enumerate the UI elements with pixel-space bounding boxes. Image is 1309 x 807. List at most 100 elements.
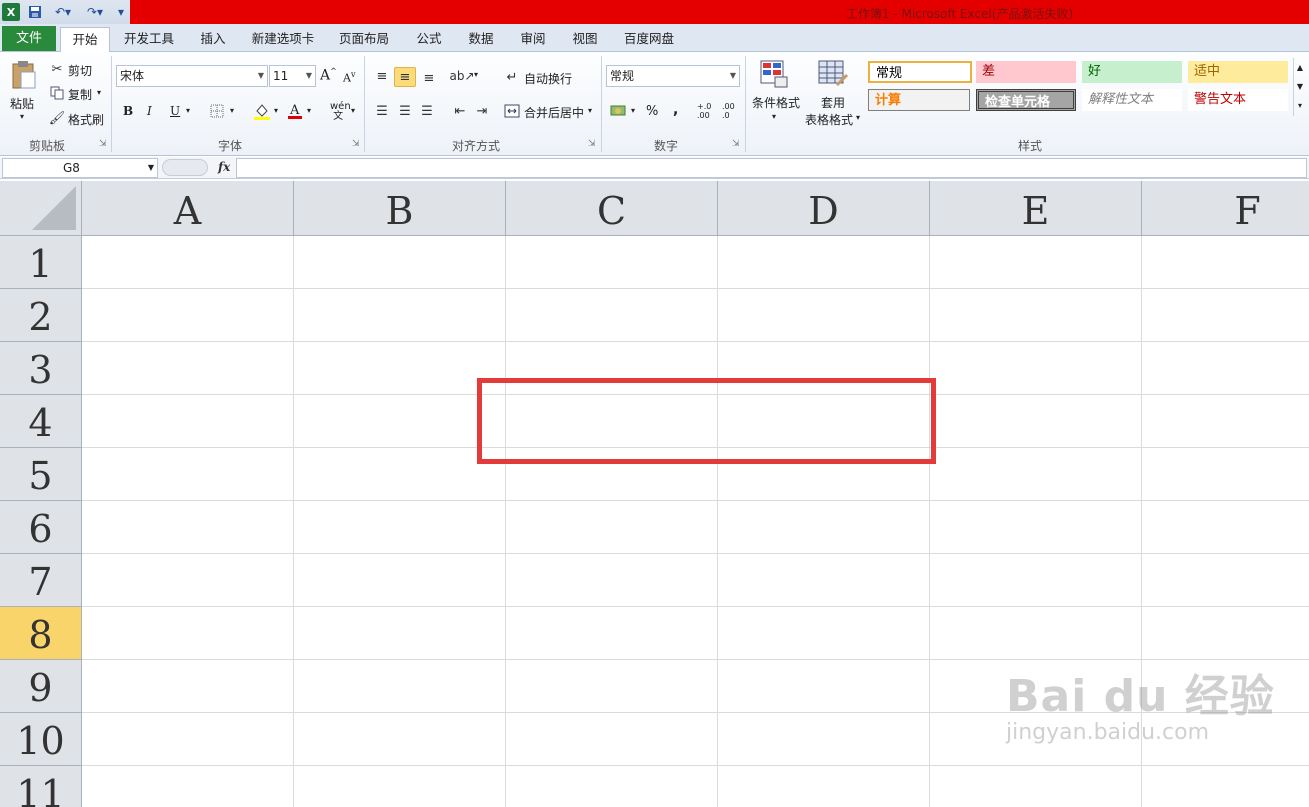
column-header-d[interactable]: D — [718, 181, 930, 236]
align-bottom-icon[interactable]: ≡ — [420, 70, 438, 86]
merge-center-button[interactable]: 合并后居中 — [524, 104, 584, 121]
align-top-icon[interactable]: ≡ — [373, 68, 391, 84]
row-header-2[interactable]: 2 — [0, 289, 82, 342]
align-right-icon[interactable]: ☰ — [418, 103, 436, 119]
cell-style-explanatory-text[interactable]: 解释性文本 — [1082, 89, 1182, 111]
style-gallery-scroll[interactable]: ▲ ▼ ▾ — [1293, 58, 1306, 116]
font-launcher-icon[interactable]: ⇲ — [352, 139, 360, 149]
underline-dropdown-arrow[interactable]: ▾ — [186, 106, 190, 115]
border-icon[interactable] — [209, 103, 225, 119]
conditional-format-button[interactable]: 条件格式 — [752, 94, 800, 111]
tab-data[interactable]: 数据 — [460, 27, 502, 52]
align-left-icon[interactable]: ☰ — [373, 103, 391, 119]
text-orientation-icon[interactable]: ab↗ — [449, 68, 474, 84]
cell-style-warning-text[interactable]: 警告文本 — [1188, 89, 1288, 111]
cut-button[interactable]: 剪切 — [68, 62, 92, 79]
tab-developer[interactable]: 开发工具 — [118, 27, 180, 52]
align-center-icon[interactable]: ☰ — [396, 103, 414, 119]
row-header-3[interactable]: 3 — [0, 342, 82, 395]
tab-file[interactable]: 文件 — [2, 26, 56, 51]
conditional-format-dropdown-arrow[interactable]: ▾ — [772, 112, 776, 121]
comma-style-button[interactable]: , — [673, 102, 678, 118]
copy-dropdown-arrow[interactable]: ▾ — [97, 88, 101, 97]
bold-button[interactable]: B — [123, 104, 133, 118]
row-header-4[interactable]: 4 — [0, 395, 82, 448]
copy-button[interactable]: 复制 — [68, 86, 92, 103]
cell-style-good[interactable]: 好 — [1082, 61, 1182, 83]
paste-button[interactable]: 粘贴 — [10, 95, 34, 112]
formula-bar: G8 ▼ fx — [0, 157, 1309, 179]
percent-style-button[interactable]: % — [646, 104, 658, 119]
undo-button[interactable]: ↶▾ — [50, 3, 76, 21]
fill-color-dropdown-arrow[interactable]: ▾ — [274, 106, 278, 115]
font-color-dropdown-arrow[interactable]: ▾ — [307, 106, 311, 115]
excel-app-icon[interactable]: X — [2, 3, 20, 21]
cell-style-bad[interactable]: 差 — [976, 61, 1076, 83]
formula-input[interactable] — [236, 158, 1307, 178]
tab-insert[interactable]: 插入 — [192, 27, 234, 52]
font-name-select[interactable]: 宋体 ▼ — [116, 65, 268, 87]
row-header-10[interactable]: 10 — [0, 713, 82, 766]
fill-color-icon[interactable] — [252, 101, 272, 121]
cell-style-neutral[interactable]: 适中 — [1188, 61, 1288, 83]
wrap-text-button[interactable]: 自动换行 — [524, 70, 572, 87]
table-format-label-1[interactable]: 套用 — [821, 94, 845, 111]
phonetic-dropdown-arrow[interactable]: ▾ — [351, 106, 355, 115]
paste-icon[interactable] — [10, 60, 38, 90]
merge-dropdown-arrow[interactable]: ▾ — [588, 106, 592, 115]
tab-formulas[interactable]: 公式 — [408, 27, 450, 52]
select-all-corner[interactable] — [0, 181, 82, 236]
number-launcher-icon[interactable]: ⇲ — [732, 139, 740, 149]
italic-button[interactable]: I — [147, 104, 152, 118]
column-header-a[interactable]: A — [82, 181, 294, 236]
column-header-c[interactable]: C — [506, 181, 718, 236]
paste-dropdown-arrow[interactable]: ▾ — [20, 112, 24, 121]
row-header-9[interactable]: 9 — [0, 660, 82, 713]
row-header-7[interactable]: 7 — [0, 554, 82, 607]
tab-review[interactable]: 审阅 — [512, 27, 554, 52]
align-middle-icon[interactable]: ≡ — [394, 67, 416, 87]
accounting-dropdown-arrow[interactable]: ▾ — [631, 106, 635, 115]
alignment-launcher-icon[interactable]: ⇲ — [588, 139, 596, 149]
border-dropdown-arrow[interactable]: ▾ — [230, 106, 234, 115]
accounting-format-icon[interactable] — [609, 102, 629, 120]
table-format-dropdown-arrow[interactable]: ▾ — [856, 113, 860, 122]
redo-button[interactable]: ↷▾ — [82, 3, 108, 21]
cell-style-check-cell[interactable]: 检查单元格 — [976, 89, 1076, 111]
font-color-icon[interactable]: A — [286, 101, 304, 121]
row-header-8[interactable]: 8 — [0, 607, 82, 660]
increase-decimal-button[interactable]: +.0 .00 — [697, 102, 719, 120]
cell-style-normal[interactable]: 常规 — [868, 61, 972, 83]
row-header-1[interactable]: 1 — [0, 236, 82, 289]
customize-quick-access-button[interactable]: ▾ — [114, 3, 128, 21]
row-header-11[interactable]: 11 — [0, 766, 82, 807]
table-format-button[interactable]: 表格格式 — [805, 111, 853, 128]
clipboard-launcher-icon[interactable]: ⇲ — [99, 139, 107, 149]
tab-view[interactable]: 视图 — [564, 27, 606, 52]
cell-style-calculation[interactable]: 计算 — [868, 89, 970, 111]
tab-new-tab[interactable]: 新建选项卡 — [246, 27, 320, 52]
decrease-indent-icon[interactable]: ⇤ — [451, 103, 469, 119]
format-painter-button[interactable]: 格式刷 — [68, 111, 104, 128]
decrease-decimal-button[interactable]: .00 .0 — [722, 102, 744, 120]
formula-bar-splitter[interactable] — [162, 159, 208, 176]
column-header-f[interactable]: F — [1142, 181, 1309, 236]
font-size-select[interactable]: 11 ▼ — [269, 65, 316, 87]
shrink-font-button[interactable]: Av — [343, 70, 355, 85]
insert-function-button[interactable]: fx — [218, 160, 230, 174]
underline-button[interactable]: U — [170, 104, 180, 118]
tab-page-layout[interactable]: 页面布局 — [332, 27, 396, 52]
save-icon[interactable] — [26, 3, 44, 21]
tab-baidu-netdisk[interactable]: 百度网盘 — [616, 27, 682, 52]
column-header-b[interactable]: B — [294, 181, 506, 236]
increase-indent-icon[interactable]: ⇥ — [473, 103, 491, 119]
grow-font-button[interactable]: A^ — [320, 67, 337, 84]
number-format-select[interactable]: 常规 ▼ — [606, 65, 740, 87]
name-box[interactable]: G8 ▼ — [2, 158, 158, 178]
orientation-dropdown-arrow[interactable]: ▾ — [474, 70, 478, 79]
row-header-6[interactable]: 6 — [0, 501, 82, 554]
phonetic-guide-icon[interactable]: wén 文 — [330, 102, 351, 122]
row-header-5[interactable]: 5 — [0, 448, 82, 501]
tab-home[interactable]: 开始 — [60, 27, 110, 53]
column-header-e[interactable]: E — [930, 181, 1142, 236]
